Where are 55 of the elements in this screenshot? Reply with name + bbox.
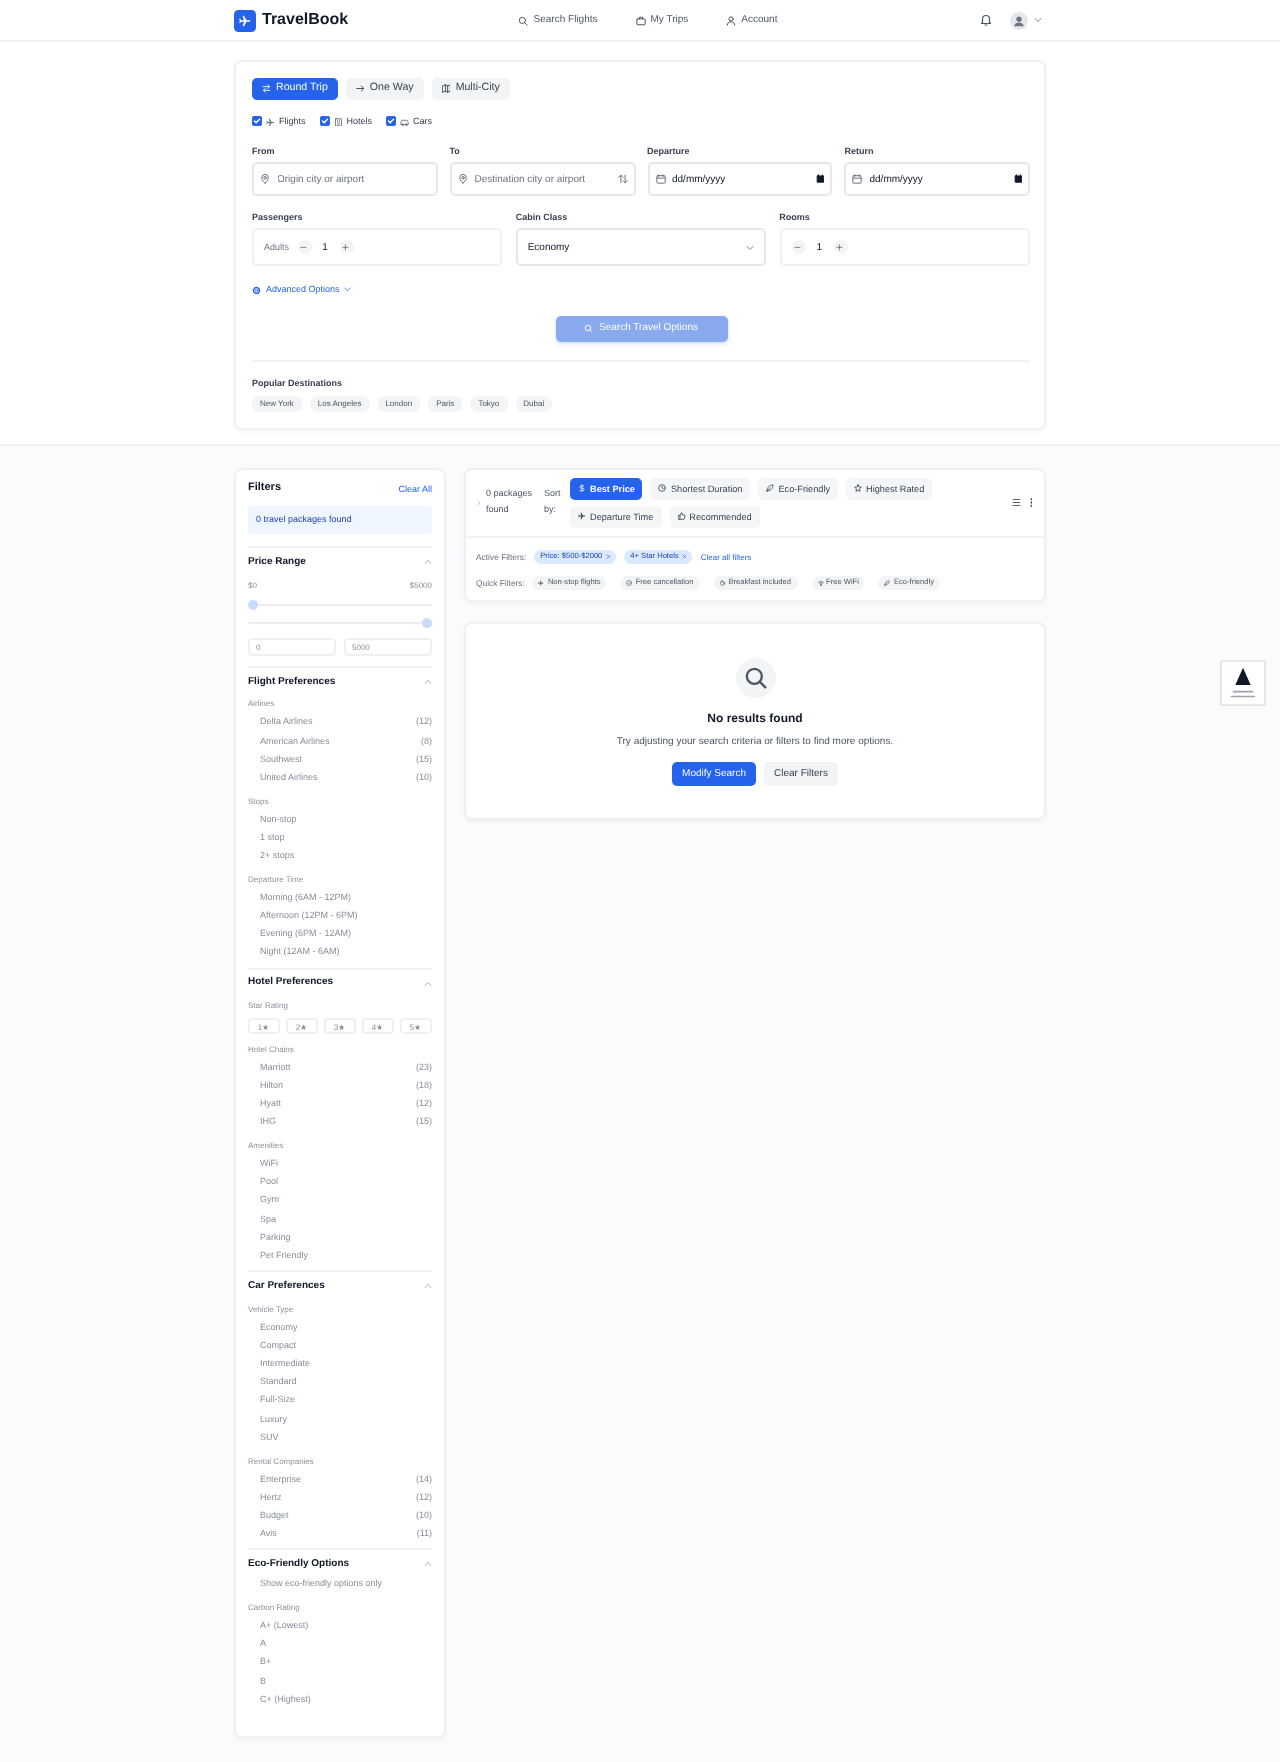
swap-icon [262,84,271,94]
chevron-down-icon [344,286,352,294]
map-icon [441,84,451,94]
plane-icon [578,512,586,521]
cup-icon [719,579,726,586]
logo-badge-icon[interactable] [1220,660,1266,706]
search-icon [735,657,775,698]
map-pin-icon [457,174,468,185]
slider-thumb[interactable] [248,599,258,610]
decrement-button[interactable] [297,240,312,255]
chevron-down-icon [746,243,755,252]
briefcase-icon [635,15,646,25]
search-icon [584,323,594,333]
list-icon[interactable] [1012,498,1021,508]
plane-icon [266,117,275,127]
minus-icon [300,244,308,252]
increment-button[interactable] [833,240,848,255]
logo-icon[interactable] [234,9,256,31]
increment-button[interactable] [339,240,354,255]
clock-icon [658,484,667,493]
leaf-icon [766,484,775,493]
building-icon [333,117,343,127]
plane-icon [538,579,545,586]
checkbox[interactable] [319,116,330,127]
leaf-icon [884,579,891,586]
avatar-icon[interactable] [1010,11,1028,29]
chevron-right-icon[interactable] [476,499,482,506]
thumbs-up-icon [677,512,686,521]
search-icon [518,15,529,25]
decrement-button[interactable] [791,240,806,255]
check-circle-icon [626,579,633,586]
price-slider[interactable] [248,617,432,628]
minus-icon [794,244,802,252]
wifi-icon [817,579,823,586]
price-slider[interactable] [248,599,432,610]
calendar-icon[interactable] [815,174,825,184]
arrow-right-icon [355,84,365,94]
car-icon [400,117,410,127]
user-icon [726,15,737,25]
swap-icon[interactable] [617,174,627,185]
map-pin-icon [260,174,270,185]
brand-name[interactable]: TravelBook [262,10,349,30]
plus-icon [836,244,844,252]
checkbox[interactable] [252,116,262,127]
calendar-icon[interactable] [1013,174,1022,184]
chevron-down-icon[interactable] [1034,16,1042,24]
gear-icon [252,285,261,295]
plus-icon [342,244,350,252]
bell-icon[interactable] [980,14,992,26]
star-icon [854,484,863,493]
checkbox[interactable] [386,116,397,127]
slider-thumb[interactable] [422,617,432,628]
calendar-icon [655,174,665,185]
calendar-icon [852,174,863,185]
dollar-icon [578,484,586,493]
